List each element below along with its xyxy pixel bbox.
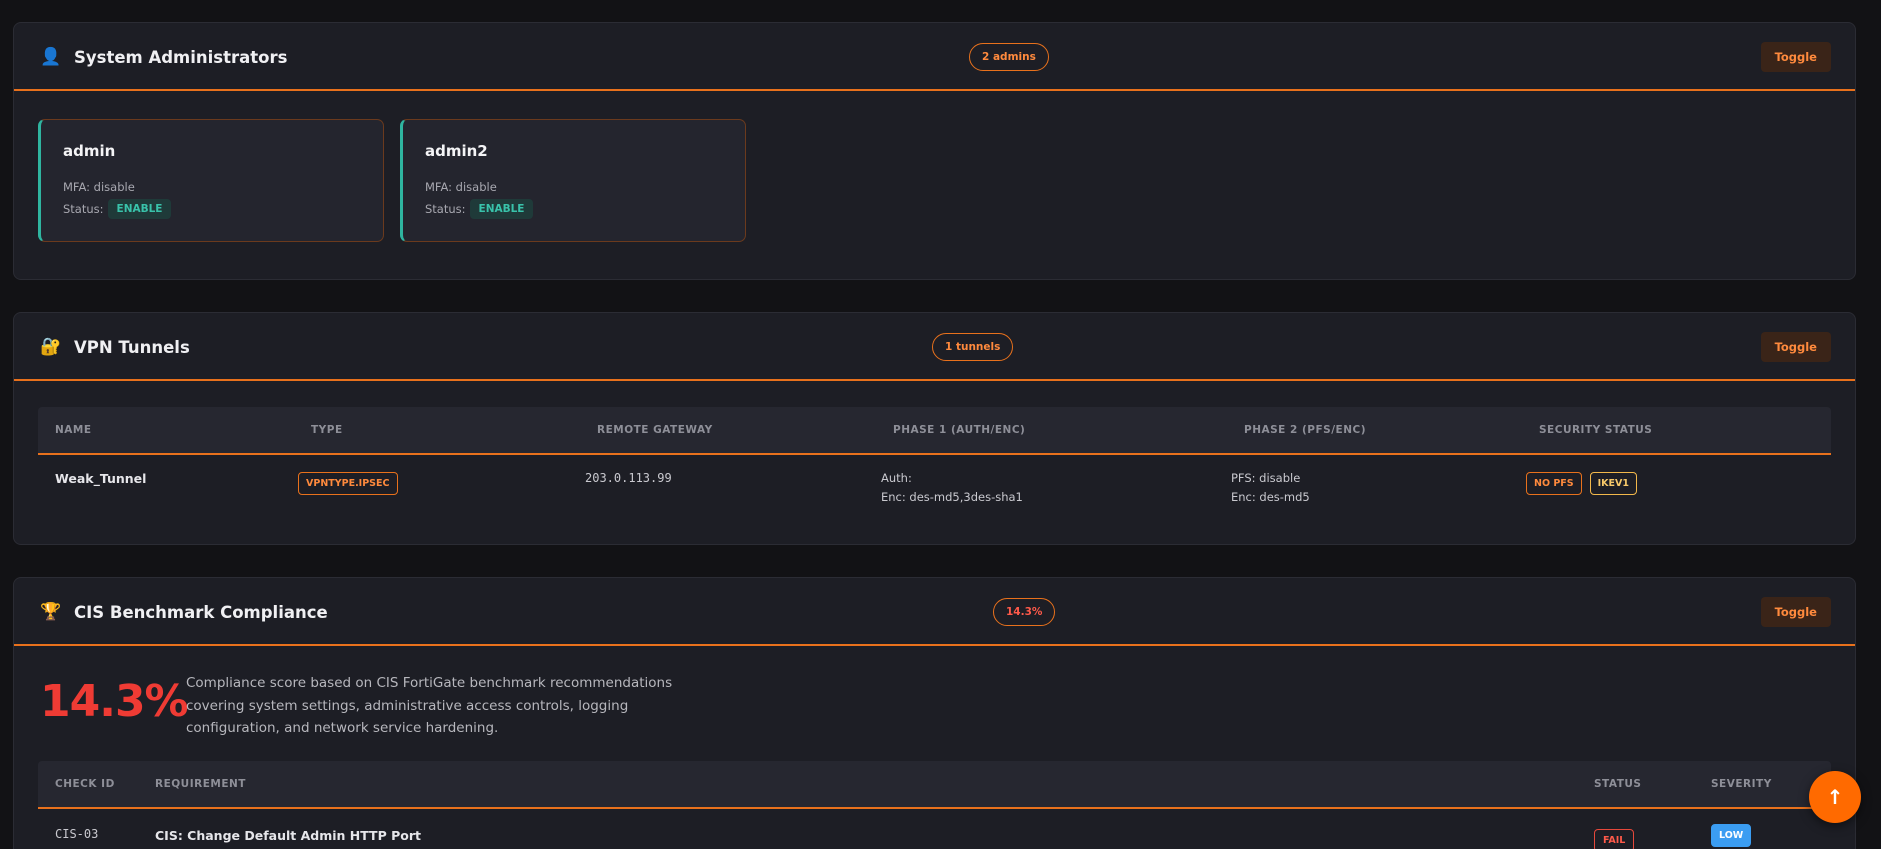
admin-status-label: Status: [63, 202, 104, 216]
admins-section: 👤 System Administrators 2 admins Toggle … [13, 22, 1856, 280]
column-header-phase1: PHASE 1 (AUTH/ENC) [893, 424, 1026, 436]
admin-status-label: Status: [425, 202, 466, 216]
security-tag-no-pfs: NO PFS [1526, 472, 1582, 495]
vpn-section-header: 🔐 VPN Tunnels 1 tunnels Toggle [14, 313, 1855, 381]
admin-name: admin2 [425, 142, 488, 160]
admins-count-badge: 2 admins [969, 43, 1049, 71]
cis-section: 🏆 CIS Benchmark Compliance 14.3% Toggle … [13, 577, 1856, 849]
check-id: CIS-03 [55, 827, 99, 841]
compliance-score: 14.3% [40, 676, 189, 727]
cis-toggle-button[interactable]: Toggle [1760, 597, 1831, 627]
tunnel-type-tag: VPNTYPE.IPSEC [298, 472, 398, 495]
requirement: CIS: Change Default Admin HTTP Port [155, 828, 421, 843]
lock-key-icon: 🔐 [40, 337, 62, 357]
person-icon: 👤 [40, 47, 62, 67]
vpn-table-header: NAME TYPE REMOTE GATEWAY PHASE 1 (AUTH/E… [38, 407, 1831, 455]
tunnel-name: Weak_Tunnel [55, 471, 147, 486]
column-header-severity: SEVERITY [1711, 778, 1772, 790]
column-header-status: STATUS [1594, 778, 1642, 790]
vpn-section: 🔐 VPN Tunnels 1 tunnels Toggle NAME TYPE… [13, 312, 1856, 545]
vpn-toggle-button[interactable]: Toggle [1760, 332, 1831, 362]
column-header-requirement: REQUIREMENT [155, 778, 246, 790]
compliance-score-badge: 14.3% [993, 598, 1056, 626]
column-header-check-id: CHECK ID [55, 778, 115, 790]
security-tag-ikev1: IKEV1 [1589, 472, 1637, 495]
section-title: System Administrators [74, 47, 288, 67]
phase2-enc: Enc: des-md5 [1231, 490, 1310, 504]
phase2-pfs: PFS: disable [1231, 471, 1301, 485]
status-badge-fail: FAIL [1594, 829, 1635, 849]
severity-badge-low: LOW [1711, 824, 1752, 847]
admins-section-header: 👤 System Administrators 2 admins Toggle [14, 23, 1855, 91]
admin-card: admin MFA: disable Status: ENABLE [38, 119, 384, 242]
column-header-remote-gateway: REMOTE GATEWAY [597, 424, 713, 436]
cis-section-header: 🏆 CIS Benchmark Compliance 14.3% Toggle [14, 578, 1855, 646]
status-badge: ENABLE [107, 199, 172, 219]
column-header-phase2: PHASE 2 (PFS/ENC) [1244, 424, 1366, 436]
column-header-security-status: SECURITY STATUS [1539, 424, 1653, 436]
cis-table-header: CHECK ID REQUIREMENT STATUS SEVERITY [38, 761, 1831, 809]
column-header-name: NAME [55, 424, 92, 436]
section-title: CIS Benchmark Compliance [74, 602, 328, 622]
admin-mfa: MFA: disable [425, 180, 497, 194]
column-header-type: TYPE [311, 424, 343, 436]
arrow-up-icon: ↑ [1826, 785, 1844, 809]
section-title: VPN Tunnels [74, 337, 190, 357]
tunnels-count-badge: 1 tunnels [932, 333, 1014, 361]
phase1-enc: Enc: des-md5,3des-sha1 [881, 490, 1023, 504]
scroll-to-top-button[interactable]: ↑ [1809, 771, 1861, 823]
admin-card: admin2 MFA: disable Status: ENABLE [400, 119, 746, 242]
trophy-icon: 🏆 [40, 602, 62, 622]
admin-name: admin [63, 142, 116, 160]
phase1-auth: Auth: [881, 471, 912, 485]
remote-gateway: 203.0.113.99 [585, 471, 672, 485]
status-badge: ENABLE [469, 199, 534, 219]
admins-toggle-button[interactable]: Toggle [1760, 42, 1831, 72]
admin-mfa: MFA: disable [63, 180, 135, 194]
compliance-description: Compliance score based on CIS FortiGate … [186, 675, 673, 736]
